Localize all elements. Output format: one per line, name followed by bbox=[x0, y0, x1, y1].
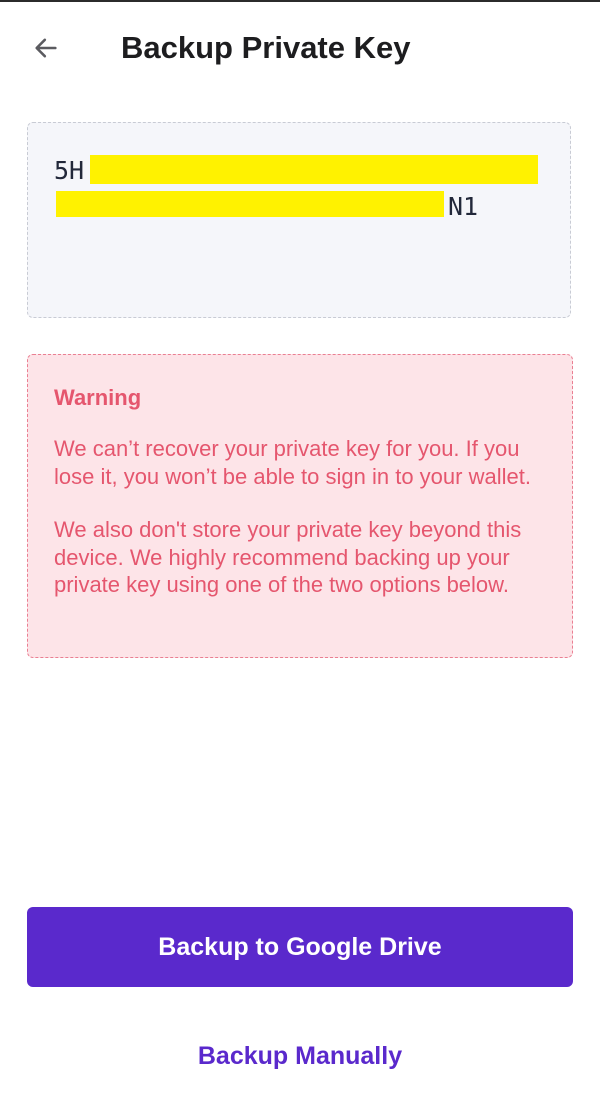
private-key-line-1: 5H bbox=[54, 153, 544, 189]
private-key-box[interactable]: 5H N1 bbox=[27, 122, 571, 318]
redaction-bar bbox=[56, 191, 444, 217]
warning-box: Warning We can’t recover your private ke… bbox=[27, 354, 573, 658]
warning-title: Warning bbox=[54, 385, 142, 410]
warning-paragraph-1: We can’t recover your private key for yo… bbox=[54, 436, 531, 489]
private-key-prefix: 5H bbox=[54, 156, 85, 185]
page-title: Backup Private Key bbox=[121, 30, 411, 65]
back-button[interactable] bbox=[20, 26, 72, 70]
private-key-text: 5H N1 bbox=[54, 153, 544, 225]
header: Backup Private Key bbox=[0, 18, 600, 80]
private-key-suffix: N1 bbox=[448, 192, 479, 221]
private-key-line-2: N1 bbox=[54, 189, 544, 225]
arrow-left-icon bbox=[35, 38, 57, 58]
backup-manually-button[interactable]: Backup Manually bbox=[150, 1030, 450, 1082]
warning-paragraph-2: We also don't store your private key bey… bbox=[54, 517, 522, 597]
top-divider bbox=[0, 0, 600, 2]
redaction-bar bbox=[90, 155, 538, 184]
backup-private-key-screen: Backup Private Key 5H N1 Warning We can’… bbox=[0, 0, 600, 1114]
backup-google-drive-button[interactable]: Backup to Google Drive bbox=[27, 907, 573, 987]
